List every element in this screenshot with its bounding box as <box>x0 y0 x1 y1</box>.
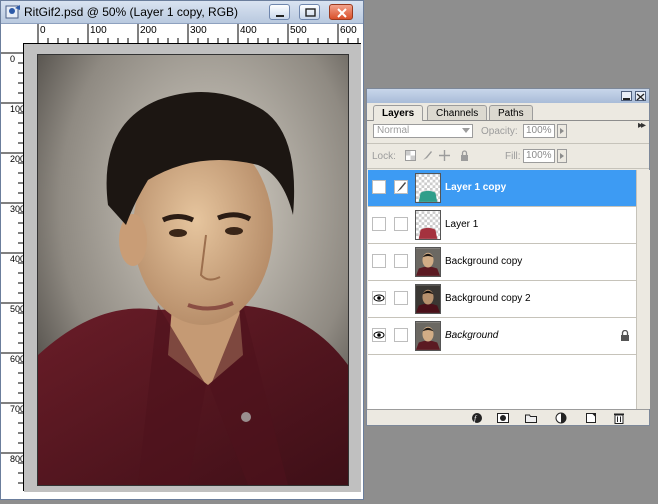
layer-style-icon[interactable]: f <box>471 412 483 424</box>
trash-icon[interactable] <box>613 412 625 424</box>
eye-icon <box>373 294 385 302</box>
document-window[interactable]: RitGif2.psd @ 50% (Layer 1 copy, RGB) 0 … <box>0 0 364 500</box>
layer-row[interactable]: Layer 1 copy <box>368 170 636 207</box>
lock-fill-row: Lock: Fill: 100% <box>367 146 649 169</box>
layer-row[interactable]: Background copy <box>368 244 636 281</box>
layer-name: Layer 1 copy <box>445 182 507 193</box>
opacity-slider-button[interactable] <box>557 124 567 138</box>
ruler-label: 600 <box>10 354 26 364</box>
opacity-field[interactable]: 100% <box>523 124 555 138</box>
visibility-toggle[interactable] <box>372 217 386 231</box>
layer-thumbnail-portrait <box>415 321 441 351</box>
minimize-icon <box>623 98 630 100</box>
layer-thumbnail-portrait-dark <box>415 284 441 314</box>
palette-titlebar[interactable] <box>367 89 649 103</box>
ruler-label: 300 <box>190 25 207 36</box>
layer-name: Background <box>445 330 499 341</box>
lock-all-icon[interactable] <box>459 150 470 161</box>
lock-icon <box>621 330 629 341</box>
ruler-label: 600 <box>340 25 357 36</box>
fill-slider-button[interactable] <box>557 149 567 163</box>
tab-layers[interactable]: Layers <box>373 105 424 121</box>
ruler-label: 800 <box>10 454 26 464</box>
blend-mode-select[interactable]: Normal <box>373 124 473 138</box>
layers-list: Layer 1 copy Layer 1 Background copy Bac… <box>368 170 636 409</box>
blend-opacity-row: Normal Opacity: 100% <box>367 121 649 144</box>
restore-button[interactable] <box>299 4 320 20</box>
layer-name: Layer 1 <box>445 219 479 230</box>
tab-channels[interactable]: Channels <box>427 105 488 120</box>
lock-transparent-icon[interactable] <box>405 150 416 161</box>
palette-footer: f <box>367 409 649 426</box>
opacity-label: Opacity: <box>481 126 518 137</box>
minimize-button[interactable] <box>269 4 290 20</box>
lock-label: Lock: <box>372 151 396 162</box>
link-toggle[interactable] <box>394 180 408 194</box>
vertical-ruler[interactable]: 0 100 200 300 400 500 600 700 800 <box>1 43 26 491</box>
blend-mode-value: Normal <box>377 125 410 136</box>
portrait-photo[interactable] <box>37 54 349 486</box>
ruler-label: 300 <box>10 204 26 214</box>
layers-scrollbar[interactable] <box>636 170 650 409</box>
layer-thumbnail-portrait <box>415 247 441 277</box>
lock-move-icon[interactable] <box>439 150 450 161</box>
layer-row[interactable]: Background <box>368 318 636 355</box>
close-icon <box>636 93 645 101</box>
layer-mask-icon[interactable] <box>497 412 509 424</box>
document-title: RitGif2.psd @ 50% (Layer 1 copy, RGB) <box>24 5 239 19</box>
visibility-toggle[interactable] <box>372 328 386 342</box>
visibility-toggle[interactable] <box>372 291 386 305</box>
ruler-corner[interactable] <box>1 24 24 44</box>
link-toggle[interactable] <box>394 217 408 231</box>
brush-icon <box>397 182 406 192</box>
layer-name: Background copy <box>445 256 523 267</box>
new-group-icon[interactable] <box>525 412 537 424</box>
ruler-label: 700 <box>10 404 26 414</box>
layers-palette[interactable]: Layers Channels Paths ▸▸ Normal Opacity:… <box>366 88 650 426</box>
link-toggle[interactable] <box>394 291 408 305</box>
minimize-icon <box>276 15 284 17</box>
close-icon <box>337 8 347 18</box>
eye-icon <box>373 331 385 339</box>
layer-row[interactable]: Layer 1 <box>368 207 636 244</box>
tab-paths[interactable]: Paths <box>489 105 533 120</box>
fill-field[interactable]: 100% <box>523 149 555 163</box>
visibility-toggle[interactable] <box>372 180 386 194</box>
canvas-area[interactable] <box>24 44 361 492</box>
layer-thumbnail-transparent-shirt <box>415 210 441 240</box>
ruler-label: 0 <box>40 25 46 36</box>
ruler-label: 400 <box>10 254 26 264</box>
photoshop-doc-icon <box>5 5 20 19</box>
ruler-label: 200 <box>10 154 26 164</box>
fill-label: Fill: <box>505 151 521 162</box>
new-layer-icon[interactable] <box>585 412 597 424</box>
layer-thumbnail-transparent-shirt <box>415 173 441 203</box>
palette-close-button[interactable] <box>635 91 646 101</box>
ruler-label: 500 <box>10 304 26 314</box>
chevron-down-icon <box>462 128 470 133</box>
palette-minimize-button[interactable] <box>621 91 632 101</box>
link-toggle[interactable] <box>394 254 408 268</box>
ruler-label: 0 <box>10 54 16 64</box>
link-toggle[interactable] <box>394 328 408 342</box>
palette-tabs: Layers Channels Paths ▸▸ <box>367 104 649 131</box>
ruler-label: 500 <box>290 25 307 36</box>
ruler-label: 100 <box>10 104 26 114</box>
restore-icon <box>305 8 316 17</box>
horizontal-ruler[interactable]: 0 100 200 300 400 500 600 <box>23 24 361 44</box>
ruler-label: 200 <box>140 25 157 36</box>
close-button[interactable] <box>329 4 353 20</box>
layer-name: Background copy 2 <box>445 293 531 304</box>
ruler-label: 400 <box>240 25 257 36</box>
adjustment-layer-icon[interactable] <box>555 412 567 424</box>
lock-paint-icon[interactable] <box>422 150 433 161</box>
layer-row[interactable]: Background copy 2 <box>368 281 636 318</box>
document-titlebar[interactable]: RitGif2.psd @ 50% (Layer 1 copy, RGB) <box>1 1 363 24</box>
visibility-toggle[interactable] <box>372 254 386 268</box>
ruler-label: 100 <box>90 25 107 36</box>
